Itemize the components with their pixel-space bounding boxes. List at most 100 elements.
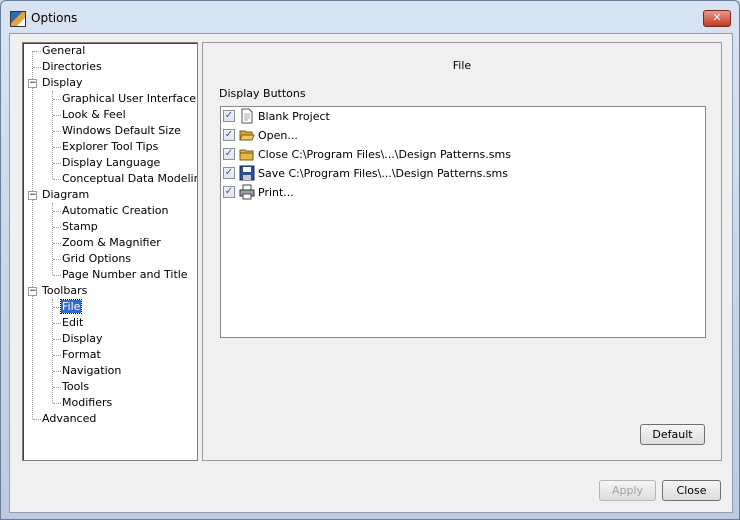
tree-line bbox=[53, 387, 61, 388]
tree-line bbox=[53, 115, 61, 116]
settings-panel: File Display Buttons ✓ Blank Project ✓ O… bbox=[202, 42, 722, 461]
tree-item-format[interactable]: Format bbox=[61, 347, 102, 363]
tree-line bbox=[32, 51, 33, 419]
title-bar[interactable]: Options ✕ bbox=[1, 1, 739, 35]
tree-item-automatic-creation[interactable]: Automatic Creation bbox=[61, 203, 169, 219]
tree-line bbox=[53, 179, 61, 180]
tree-line bbox=[53, 243, 61, 244]
tree-item-explorer-tool-tips[interactable]: Explorer Tool Tips bbox=[61, 139, 159, 155]
options-window: Options ✕ − − − General Directories Disp… bbox=[0, 0, 740, 520]
tree-item-advanced[interactable]: Advanced bbox=[41, 411, 97, 427]
blank-project-checkbox[interactable]: ✓ bbox=[223, 110, 235, 122]
collapse-display-icon[interactable]: − bbox=[28, 79, 37, 88]
panel-title: File bbox=[452, 59, 472, 72]
tree-line bbox=[53, 131, 61, 132]
tree-item-label: Advanced bbox=[42, 412, 97, 425]
tree-line bbox=[53, 275, 61, 276]
tree-item-zoom-magnifier[interactable]: Zoom & Magnifier bbox=[61, 235, 162, 251]
tree-item-label: Explorer Tool Tips bbox=[62, 140, 159, 153]
tree-item-display-language[interactable]: Display Language bbox=[61, 155, 161, 171]
tree-line bbox=[53, 355, 61, 356]
tree-item-label: Display Language bbox=[62, 156, 161, 169]
tree-item-label: Graphical User Interface bbox=[62, 92, 196, 105]
display-buttons-list: ✓ Blank Project ✓ Open... ✓ Close C:\Pro… bbox=[220, 106, 706, 338]
tree-item-diagram[interactable]: Diagram bbox=[41, 187, 90, 203]
tree-item-windows-default-size[interactable]: Windows Default Size bbox=[61, 123, 182, 139]
save-checkbox[interactable]: ✓ bbox=[223, 167, 235, 179]
tree-item-modifiers[interactable]: Modifiers bbox=[61, 395, 113, 411]
tree-item-stamp[interactable]: Stamp bbox=[61, 219, 99, 235]
app-icon bbox=[10, 11, 26, 27]
tree-line bbox=[52, 203, 53, 275]
tree-item-label: Stamp bbox=[62, 220, 98, 233]
tree-item-edit[interactable]: Edit bbox=[61, 315, 84, 331]
tree-item-page-number-and-title[interactable]: Page Number and Title bbox=[61, 267, 189, 283]
default-button[interactable]: Default bbox=[640, 424, 705, 445]
tree-item-label: Windows Default Size bbox=[62, 124, 181, 137]
tree-item-general[interactable]: General bbox=[41, 43, 86, 59]
tree-item-label: Display bbox=[62, 332, 103, 345]
tree-line bbox=[53, 307, 61, 308]
close-button[interactable]: Close bbox=[662, 480, 721, 501]
tree-item-tools[interactable]: Tools bbox=[61, 379, 90, 395]
tree-line bbox=[53, 323, 61, 324]
tree-item-label: Diagram bbox=[42, 188, 90, 201]
tree-item-conceptual-data-modeling[interactable]: Conceptual Data Modeling bbox=[61, 171, 198, 187]
tree-item-toolbars[interactable]: Toolbars bbox=[41, 283, 88, 299]
list-item-label: Close C:\Program Files\...\Design Patter… bbox=[258, 148, 511, 161]
window-title: Options bbox=[31, 11, 78, 25]
tree-line bbox=[53, 227, 61, 228]
tree-line bbox=[53, 147, 61, 148]
dialog-client-area: − − − General Directories Display Graphi… bbox=[9, 33, 733, 513]
tree-item-toolbar-display[interactable]: Display bbox=[61, 331, 104, 347]
tree-item-label: Modifiers bbox=[62, 396, 113, 409]
printer-icon bbox=[239, 184, 255, 200]
collapse-diagram-icon[interactable]: − bbox=[28, 191, 37, 200]
tree-item-label: Zoom & Magnifier bbox=[62, 236, 161, 249]
tree-line bbox=[53, 371, 61, 372]
tree-item-label: Look & Feel bbox=[62, 108, 126, 121]
apply-button[interactable]: Apply bbox=[599, 480, 656, 501]
collapse-toolbars-icon[interactable]: − bbox=[28, 287, 37, 296]
tree-item-look-and-feel[interactable]: Look & Feel bbox=[61, 107, 127, 123]
tree-line bbox=[33, 51, 41, 52]
tree-line bbox=[53, 403, 61, 404]
list-item-label: Save C:\Program Files\...\Design Pattern… bbox=[258, 167, 508, 180]
close-checkbox[interactable]: ✓ bbox=[223, 148, 235, 160]
tree-item-label: Page Number and Title bbox=[62, 268, 188, 281]
tree-item-file[interactable]: File bbox=[59, 299, 83, 315]
tree-item-grid-options[interactable]: Grid Options bbox=[61, 251, 132, 267]
list-item-label: Blank Project bbox=[258, 110, 330, 123]
tree-line bbox=[52, 91, 53, 179]
tree-item-label: Toolbars bbox=[42, 284, 88, 297]
tree-item-label: Edit bbox=[62, 316, 84, 329]
list-item-label: Print... bbox=[258, 186, 294, 199]
tree-item-navigation[interactable]: Navigation bbox=[61, 363, 122, 379]
tree-line bbox=[53, 339, 61, 340]
tree-item-label: Display bbox=[42, 76, 83, 89]
tree-item-label: Navigation bbox=[62, 364, 122, 377]
open-folder-icon bbox=[239, 130, 255, 141]
tree-line bbox=[33, 67, 41, 68]
tree-item-directories[interactable]: Directories bbox=[41, 59, 103, 75]
blank-page-icon bbox=[241, 108, 253, 124]
tree-line bbox=[53, 211, 61, 212]
tree-line bbox=[53, 259, 61, 260]
tree-line bbox=[33, 419, 41, 420]
open-checkbox[interactable]: ✓ bbox=[223, 129, 235, 141]
tree-item-label: Grid Options bbox=[62, 252, 132, 265]
tree-item-label: Format bbox=[62, 348, 101, 361]
tree-item-label: Conceptual Data Modeling bbox=[62, 172, 198, 185]
tree-line bbox=[53, 163, 61, 164]
list-item-label: Open... bbox=[258, 129, 298, 142]
tree-item-graphical-user-interface[interactable]: Graphical User Interface bbox=[61, 91, 197, 107]
display-buttons-label: Display Buttons bbox=[219, 87, 306, 100]
floppy-disk-icon bbox=[239, 165, 255, 181]
tree-item-display[interactable]: Display bbox=[41, 75, 84, 91]
tree-line bbox=[53, 99, 61, 100]
window-close-button[interactable]: ✕ bbox=[703, 10, 731, 27]
tree-item-label: General bbox=[42, 44, 86, 57]
print-checkbox[interactable]: ✓ bbox=[223, 186, 235, 198]
tree-item-label: Tools bbox=[62, 380, 90, 393]
tree-item-label: File bbox=[59, 299, 83, 314]
